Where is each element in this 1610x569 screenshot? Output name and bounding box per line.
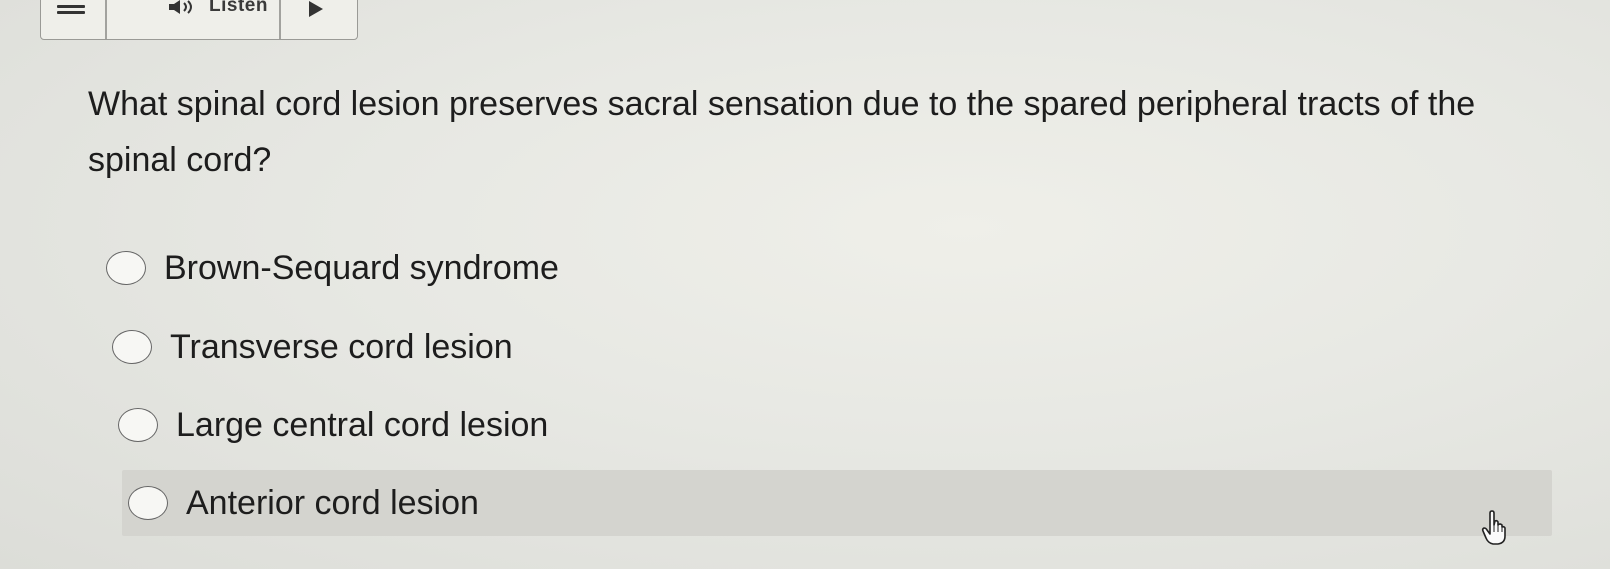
answer-option-1[interactable]: Brown-Sequard syndrome [106,238,559,298]
radio-button[interactable] [106,251,146,285]
answer-option-4[interactable]: Anterior cord lesion [122,470,1552,536]
audio-toolbar: Listen [40,0,358,40]
question-text: What spinal cord lesion preserves sacral… [88,85,1476,179]
radio-button[interactable] [118,408,158,442]
play-icon[interactable] [309,1,323,17]
toolbar-divider [105,0,107,39]
answer-option-3[interactable]: Large central cord lesion [118,395,548,455]
speaker-icon[interactable] [167,0,201,15]
hand-pointer-icon [1481,510,1506,545]
toolbar-divider [279,0,281,39]
hamburger-menu-icon[interactable] [57,5,85,14]
answer-option-label: Large central cord lesion [176,405,549,444]
listen-button[interactable]: Listen [209,0,268,17]
radio-button[interactable] [112,330,152,364]
answer-option-2[interactable]: Transverse cord lesion [112,317,513,377]
answer-option-label: Transverse cord lesion [170,327,513,366]
answer-option-label: Brown-Sequard syndrome [164,248,559,287]
answer-option-label: Anterior cord lesion [186,483,479,522]
radio-button[interactable] [128,486,168,520]
